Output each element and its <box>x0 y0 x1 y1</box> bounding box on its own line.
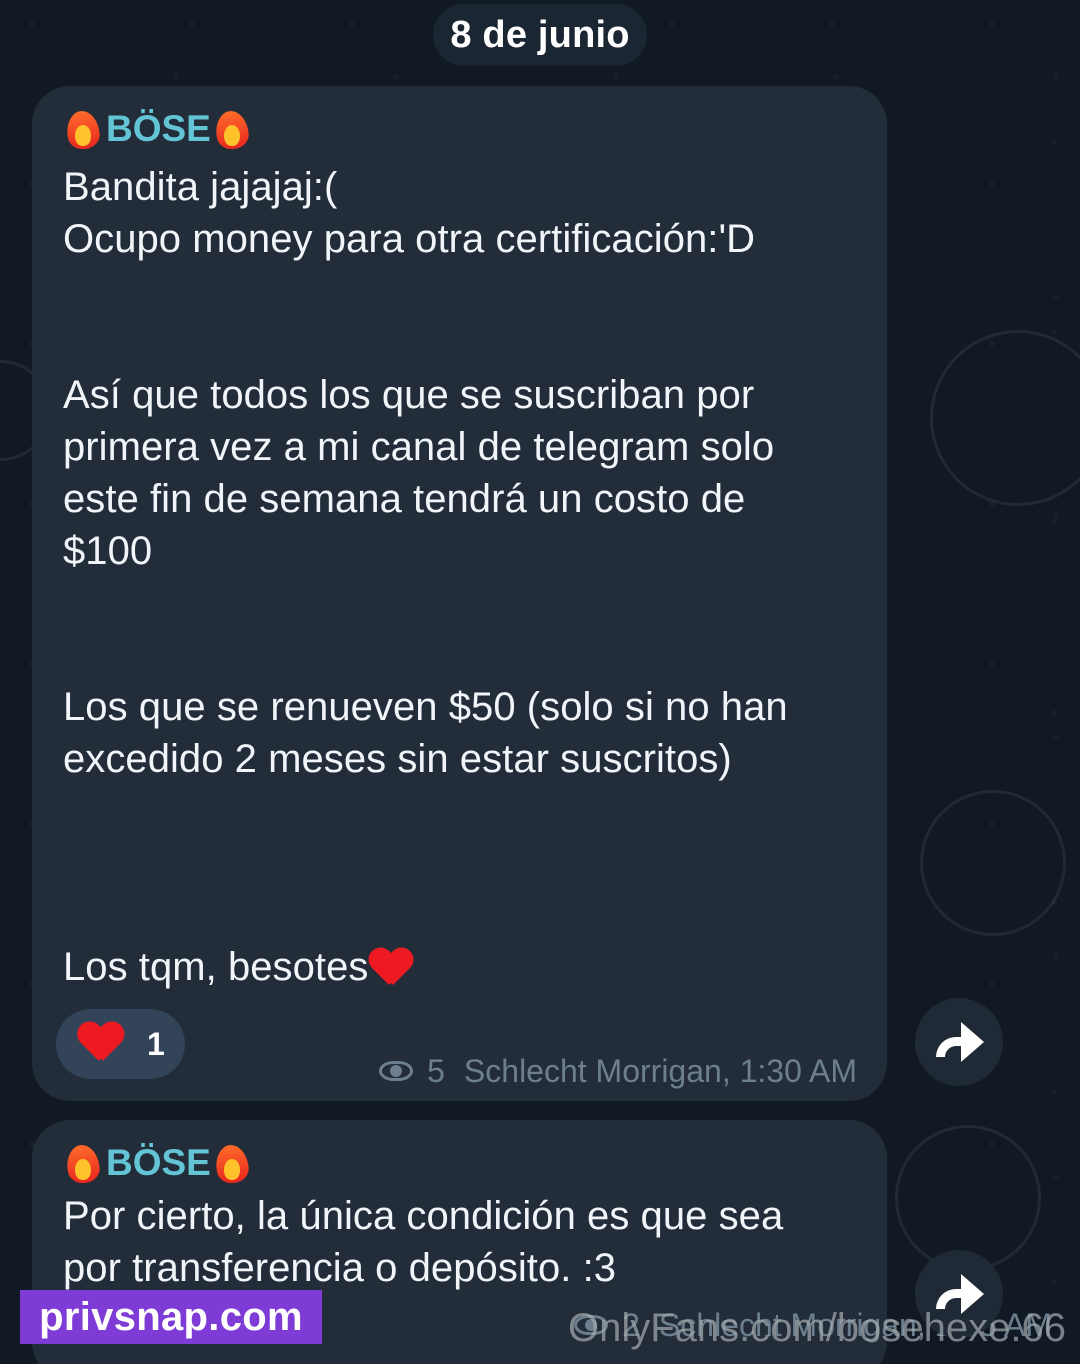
message-text: Bandita jajajaj:( Ocupo money para otra … <box>63 165 788 989</box>
fire-icon <box>211 107 253 151</box>
forward-button[interactable] <box>915 998 1003 1086</box>
date-separator: 8 de junio <box>433 4 647 66</box>
red-heart-icon <box>369 945 413 987</box>
fire-icon <box>62 107 104 151</box>
fire-icon <box>62 1141 104 1185</box>
reaction-count: 1 <box>147 1025 165 1062</box>
channel-message-bubble[interactable]: BÖSE Bandita jajajaj:( Ocupo money para … <box>32 86 887 1101</box>
message-metadata: 5 Schlecht Morrigan, 1:30 AM <box>379 1053 857 1090</box>
background-doodle-icon <box>930 330 1080 506</box>
sender-name: BÖSE <box>106 1142 211 1183</box>
onlyfans-watermark: OnlyFans.com/bosehexe.66 <box>567 1306 1066 1350</box>
view-count: 5 <box>427 1053 445 1089</box>
eye-icon <box>379 1060 415 1084</box>
forward-arrow-icon <box>934 1022 984 1062</box>
message-sender[interactable]: BÖSE <box>62 1138 255 1188</box>
message-text: Por cierto, la única condición es que se… <box>63 1194 784 1290</box>
telegram-chat-screen: 8 de junio BÖSE Bandita jajajaj:( Ocupo … <box>0 0 1080 1364</box>
red-heart-icon <box>78 1019 133 1069</box>
message-sender[interactable]: BÖSE <box>62 104 255 154</box>
author-and-time: Schlecht Morrigan, 1:30 AM <box>463 1053 857 1089</box>
background-doodle-icon <box>895 1125 1041 1271</box>
background-doodle-icon <box>920 790 1066 936</box>
fire-icon <box>211 1141 253 1185</box>
sender-name: BÖSE <box>106 108 211 149</box>
privsnap-watermark: privsnap.com <box>20 1290 322 1344</box>
heart-reaction-button[interactable]: 1 <box>56 1009 185 1079</box>
